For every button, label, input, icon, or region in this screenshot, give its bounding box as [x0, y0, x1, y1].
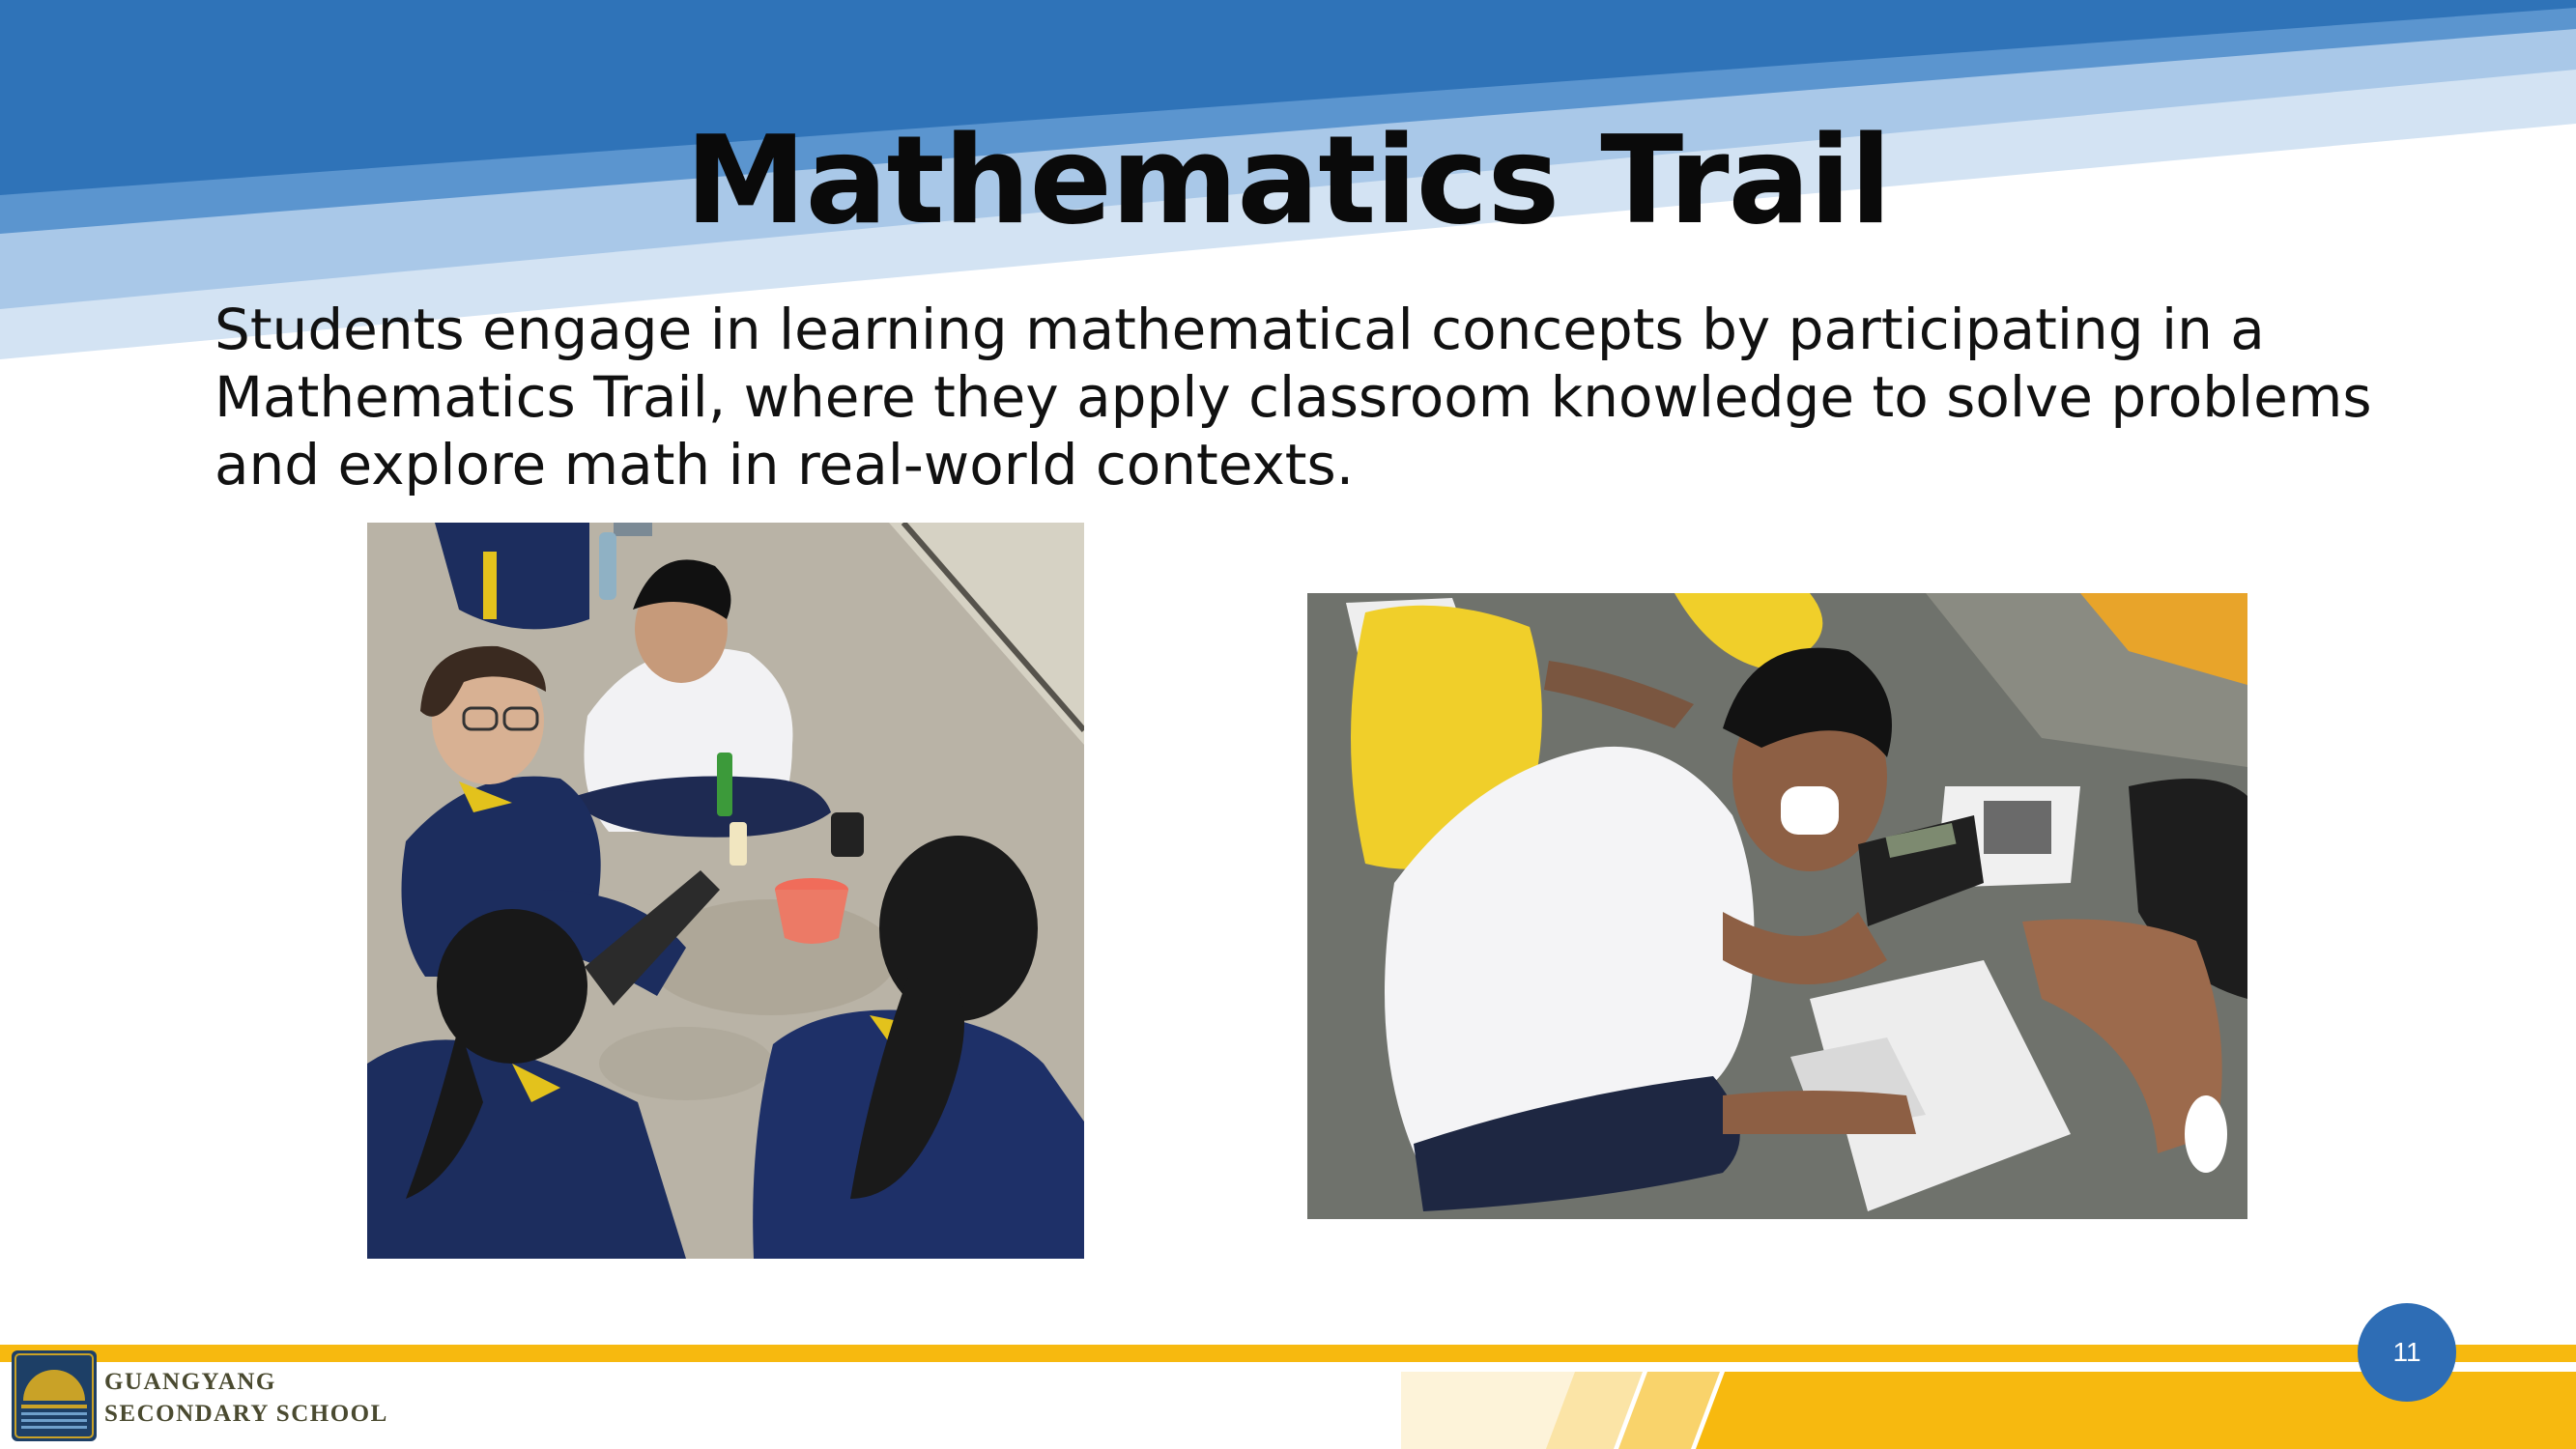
photo-icon — [1307, 593, 2247, 1219]
slide-title: Mathematics Trail — [685, 109, 1892, 251]
school-name: GUANGYANG SECONDARY SCHOOL — [104, 1366, 388, 1430]
slide-body-text: Students engage in learning mathematical… — [215, 296, 2466, 498]
page-number-badge: 11 — [2358, 1303, 2456, 1402]
body-line-1: Students engage in learning mathematical… — [215, 297, 2265, 362]
school-name-line-2: SECONDARY SCHOOL — [104, 1401, 388, 1427]
students-sitting-on-floor-photo — [367, 523, 1084, 1259]
student-using-calculator-photo — [1307, 593, 2247, 1219]
photo-icon — [367, 523, 1084, 1259]
school-logo-icon — [12, 1350, 97, 1441]
body-line-3: and explore math in real-world contexts. — [215, 432, 1355, 497]
school-name-line-1: GUANGYANG — [104, 1369, 276, 1395]
body-line-2: Mathematics Trail, where they apply clas… — [215, 364, 2372, 430]
